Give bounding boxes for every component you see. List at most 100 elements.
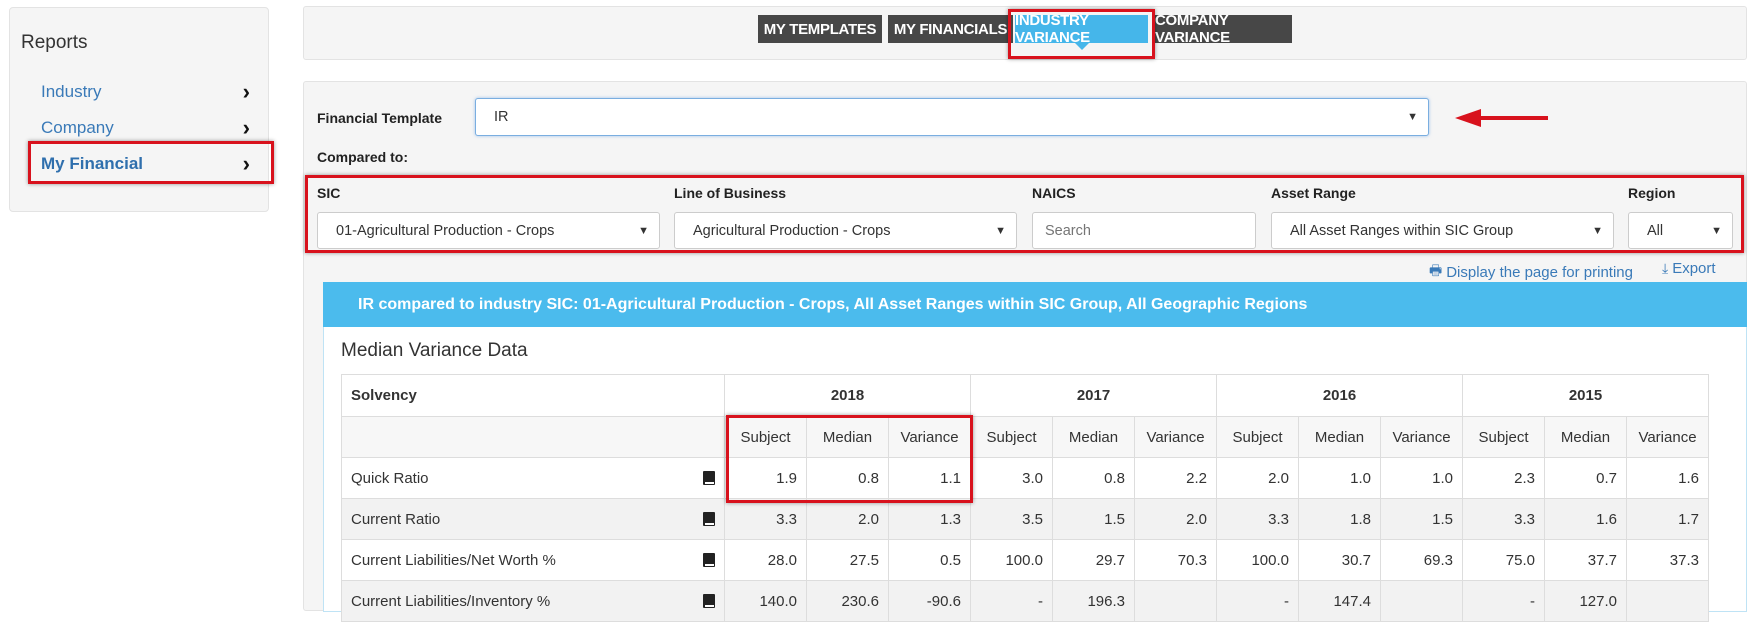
table-subheader-row: Subject Median Variance Subject Median V… bbox=[341, 416, 1709, 458]
asset-range-select[interactable]: All Asset Ranges within SIC Group ▼ bbox=[1271, 212, 1614, 249]
subheader-cell: Subject bbox=[1462, 416, 1545, 458]
table-cell: 1.8 bbox=[1298, 498, 1381, 540]
subheader-cell: Median bbox=[1544, 416, 1627, 458]
region-value: All bbox=[1647, 222, 1664, 239]
subheader-cell: Median bbox=[1052, 416, 1135, 458]
caret-down-icon: ▼ bbox=[1407, 111, 1418, 123]
year-header: 2015 bbox=[1462, 374, 1709, 417]
compared-to-label: Compared to: bbox=[317, 149, 408, 165]
table-cell: 1.7 bbox=[1626, 498, 1709, 540]
tab-my-financials[interactable]: MY FINANCIALS bbox=[888, 15, 1013, 43]
chevron-right-icon: › bbox=[242, 151, 250, 176]
tab-my-templates[interactable]: MY TEMPLATES bbox=[758, 15, 882, 43]
subheader-cell: Subject bbox=[724, 416, 807, 458]
book-icon[interactable] bbox=[703, 511, 715, 526]
table-cell: 140.0 bbox=[724, 580, 807, 622]
asset-range-label: Asset Range bbox=[1271, 185, 1356, 201]
financial-template-select[interactable]: IR ▼ bbox=[475, 98, 1429, 136]
table-cell: 147.4 bbox=[1298, 580, 1381, 622]
row-label: Quick Ratio bbox=[351, 469, 429, 487]
table-cell: 100.0 bbox=[1216, 539, 1299, 581]
naics-label: NAICS bbox=[1032, 185, 1076, 201]
line-of-business-label: Line of Business bbox=[674, 185, 787, 201]
variance-table: Solvency 2018 2017 2016 2015 Subject Med… bbox=[341, 374, 1709, 622]
export-icon: ⤓ bbox=[1662, 260, 1669, 276]
table-row: Current Liabilities/Inventory % 140.0 23… bbox=[341, 580, 1709, 622]
table-cell: 1.9 bbox=[724, 457, 807, 499]
table-cell: 3.0 bbox=[970, 457, 1053, 499]
arrow-line bbox=[1478, 116, 1548, 120]
print-link[interactable]: 🖶 Display the page for printing bbox=[1429, 260, 1633, 284]
table-cell: 2.0 bbox=[806, 498, 889, 540]
sidebar-item-label: My Financial bbox=[41, 154, 144, 173]
table-cell: 75.0 bbox=[1462, 539, 1545, 581]
chevron-right-icon: › bbox=[242, 115, 250, 140]
table-cell: 37.7 bbox=[1544, 539, 1627, 581]
table-cell: 0.7 bbox=[1544, 457, 1627, 499]
table-cell: - bbox=[970, 580, 1053, 622]
report-header: IR compared to industry SIC: 01-Agricult… bbox=[323, 282, 1747, 327]
table-cell: 28.0 bbox=[724, 539, 807, 581]
table-cell: 2.2 bbox=[1134, 457, 1217, 499]
table-cell: 1.0 bbox=[1380, 457, 1463, 499]
sic-label: SIC bbox=[317, 185, 341, 201]
subheader-cell: Median bbox=[1298, 416, 1381, 458]
sidebar-item-my-financial[interactable]: My Financial › bbox=[33, 149, 258, 179]
book-icon[interactable] bbox=[703, 593, 715, 608]
table-cell: 69.3 bbox=[1380, 539, 1463, 581]
table-row: Quick Ratio 1.9 0.8 1.1 3.0 0.8 2.2 2.0 … bbox=[341, 457, 1709, 499]
table-cell: 1.3 bbox=[888, 498, 971, 540]
tab-company-variance[interactable]: COMPANY VARIANCE bbox=[1155, 12, 1292, 46]
sic-value: 01-Agricultural Production - Crops bbox=[336, 222, 555, 239]
table-cell: 230.6 bbox=[806, 580, 889, 622]
row-label-cell: Current Ratio bbox=[341, 498, 725, 540]
table-cell: 100.0 bbox=[970, 539, 1053, 581]
table-cell: 0.8 bbox=[806, 457, 889, 499]
subheader-cell: Subject bbox=[970, 416, 1053, 458]
table-cell: 2.3 bbox=[1462, 457, 1545, 499]
financial-template-label: Financial Template bbox=[317, 110, 442, 126]
book-icon[interactable] bbox=[703, 552, 715, 567]
year-header: 2016 bbox=[1216, 374, 1463, 417]
row-label-cell: Current Liabilities/Inventory % bbox=[341, 580, 725, 622]
export-link[interactable]: ⤓ Export bbox=[1662, 260, 1716, 277]
sidebar-item-label: Company bbox=[41, 118, 114, 137]
table-cell: 2.0 bbox=[1134, 498, 1217, 540]
table-cell: 37.3 bbox=[1626, 539, 1709, 581]
print-link-label: Display the page for printing bbox=[1446, 263, 1633, 281]
caret-down-icon: ▼ bbox=[638, 224, 649, 237]
table-cell: 3.5 bbox=[970, 498, 1053, 540]
sidebar-item-label: Industry bbox=[41, 82, 102, 101]
book-icon[interactable] bbox=[703, 470, 715, 485]
section-label: Solvency bbox=[341, 374, 725, 417]
financial-template-value: IR bbox=[494, 109, 509, 125]
caret-down-icon: ▼ bbox=[1592, 224, 1603, 237]
subheader-cell: Variance bbox=[1626, 416, 1709, 458]
table-cell: 29.7 bbox=[1052, 539, 1135, 581]
region-select[interactable]: All ▼ bbox=[1628, 212, 1733, 249]
tab-industry-variance[interactable]: INDUSTRY VARIANCE bbox=[1015, 12, 1148, 46]
empty-cell bbox=[341, 416, 725, 458]
year-header: 2018 bbox=[724, 374, 971, 417]
table-cell: 30.7 bbox=[1298, 539, 1381, 581]
table-cell: 3.3 bbox=[1216, 498, 1299, 540]
row-label: Current Liabilities/Net Worth % bbox=[351, 551, 556, 569]
sidebar-item-industry[interactable]: Industry › bbox=[33, 77, 258, 107]
row-label: Current Liabilities/Inventory % bbox=[351, 592, 551, 610]
table-cell: - bbox=[1462, 580, 1545, 622]
line-of-business-select[interactable]: Agricultural Production - Crops ▼ bbox=[674, 212, 1017, 249]
sidebar-item-company[interactable]: Company › bbox=[33, 113, 258, 143]
table-cell: 1.1 bbox=[888, 457, 971, 499]
printer-icon: 🖶 bbox=[1429, 262, 1443, 278]
row-label-cell: Current Liabilities/Net Worth % bbox=[341, 539, 725, 581]
table-cell: 1.5 bbox=[1380, 498, 1463, 540]
table-row: Current Ratio 3.3 2.0 1.3 3.5 1.5 2.0 3.… bbox=[341, 498, 1709, 540]
caret-down-icon: ▼ bbox=[1711, 224, 1722, 237]
naics-search-input[interactable] bbox=[1032, 212, 1256, 249]
table-cell: 27.5 bbox=[806, 539, 889, 581]
table-cell bbox=[1380, 580, 1463, 622]
table-row: Current Liabilities/Net Worth % 28.0 27.… bbox=[341, 539, 1709, 581]
caret-down-icon: ▼ bbox=[995, 224, 1006, 237]
active-tab-caret bbox=[1075, 43, 1089, 50]
sic-select[interactable]: 01-Agricultural Production - Crops ▼ bbox=[317, 212, 660, 249]
